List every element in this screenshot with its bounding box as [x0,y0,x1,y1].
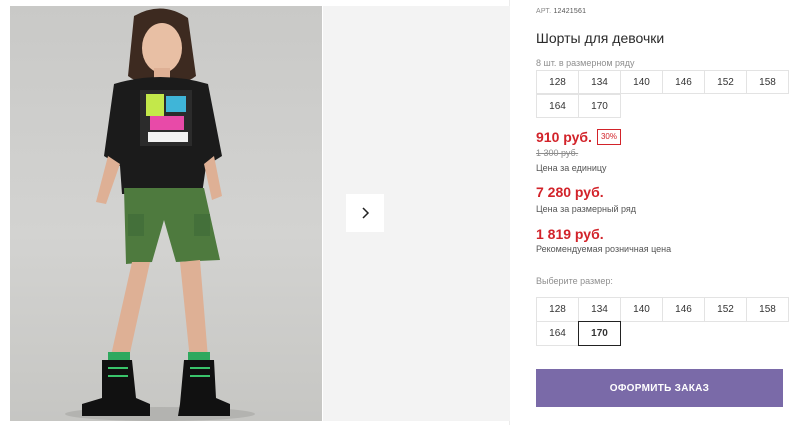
size-option[interactable]: 152 [704,297,747,322]
chevron-right-icon [362,207,370,219]
size-row-price: 7 280 руб. [536,184,604,200]
product-gallery [0,0,510,425]
choose-size-label: Выберите размер: [536,276,613,286]
size-row-price-label: Цена за размерный ряд [536,204,637,214]
size-option[interactable]: 134 [578,297,621,322]
pack-sizes-label: 8 шт. в размерном ряду [536,58,635,68]
price-row: 910 руб. 30% [536,129,621,145]
pack-size-cell: 146 [662,70,705,94]
article-value: 12421561 [553,8,587,15]
pack-size-cell: 152 [704,70,747,94]
product-photo[interactable] [10,6,322,421]
pack-size-cell: 158 [746,70,789,94]
size-option[interactable]: 158 [746,297,789,322]
place-order-button[interactable]: ОФОРМИТЬ ЗАКАЗ [536,369,783,407]
recommended-retail-price: 1 819 руб. [536,226,604,242]
pack-size-cell: 128 [536,70,579,94]
recommended-retail-price-label: Рекомендуемая розничная цена [536,244,672,254]
size-option-selected[interactable]: 170 [578,321,621,346]
pack-size-cell: 164 [536,94,579,118]
unit-price: 910 руб. [536,129,592,145]
pack-sizes-grid: 128 134 140 146 152 158 164 170 [536,70,789,118]
old-price: 1 300 руб. [536,148,579,158]
unit-price-label: Цена за единицу [536,163,607,173]
article-number: АРТ. 12421561 [536,8,586,15]
pack-size-cell: 134 [578,70,621,94]
size-option[interactable]: 128 [536,297,579,322]
product-title: Шорты для девочки [536,30,665,46]
article-label: АРТ. [536,8,552,15]
pack-size-cell: 170 [578,94,621,118]
girl-model-illustration [65,8,255,421]
pack-size-cell: 140 [620,70,663,94]
size-option[interactable]: 146 [662,297,705,322]
size-option[interactable]: 140 [620,297,663,322]
size-selector-grid: 128 134 140 146 152 158 164 170 [536,297,789,346]
discount-badge: 30% [596,129,621,145]
size-option[interactable]: 164 [536,321,579,346]
next-image-button[interactable] [346,194,384,232]
